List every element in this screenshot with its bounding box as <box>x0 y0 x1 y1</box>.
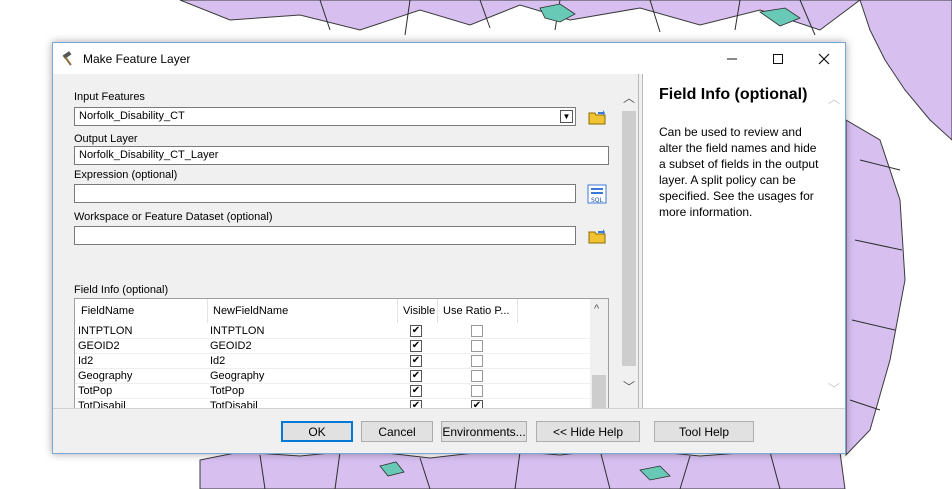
visible-checkbox[interactable]: ✔ <box>410 400 422 408</box>
cell-newfieldname[interactable]: Id2 <box>210 355 225 367</box>
sql-icon-text: SQL <box>591 197 604 204</box>
table-row[interactable]: GEOID2 GEOID2 ✔ <box>75 339 590 354</box>
title-bar[interactable]: Make Feature Layer <box>53 43 845 74</box>
use-ratio-checkbox[interactable] <box>471 370 483 382</box>
use-ratio-checkbox[interactable] <box>471 385 483 397</box>
cell-fieldname: GEOID2 <box>78 340 120 352</box>
cell-fieldname: INTPTLON <box>78 325 133 337</box>
expression-label: Expression (optional) <box>74 169 178 181</box>
column-header-visible[interactable]: Visible <box>397 299 435 323</box>
visible-checkbox[interactable]: ✔ <box>410 340 422 352</box>
hammer-icon <box>62 51 72 66</box>
use-ratio-checkbox[interactable] <box>471 325 483 337</box>
cancel-button[interactable]: Cancel <box>361 421 433 442</box>
column-header-fieldname[interactable]: FieldName <box>75 299 207 323</box>
parameters-scrollbar[interactable]: ︿ ﹀ <box>619 74 639 408</box>
table-row[interactable]: Geography Geography ✔ <box>75 369 590 384</box>
chevron-down-icon[interactable]: ﹀ <box>623 378 635 395</box>
close-button[interactable] <box>801 43 847 74</box>
cell-newfieldname[interactable]: TotPop <box>210 385 244 397</box>
visible-checkbox[interactable]: ✔ <box>410 355 422 367</box>
cell-fieldname: Geography <box>78 370 133 382</box>
window-title: Make Feature Layer <box>83 52 191 66</box>
parameters-pane: Input Features Norfolk_Disability_CT ▼ O… <box>53 74 638 408</box>
browse-workspace-button[interactable] <box>586 225 608 247</box>
dialog-footer: OK Cancel Environments... << Hide Help T… <box>53 408 845 453</box>
chevron-up-icon[interactable]: ︿ <box>828 90 840 107</box>
table-row[interactable]: Id2 Id2 ✔ <box>75 354 590 369</box>
cell-newfieldname[interactable]: TotDisabil <box>210 400 258 408</box>
output-layer-label: Output Layer <box>74 133 138 145</box>
table-row[interactable]: TotPop TotPop ✔ <box>75 384 590 399</box>
output-layer-field[interactable]: Norfolk_Disability_CT_Layer <box>74 146 609 165</box>
sql-icon: SQL <box>587 184 607 204</box>
input-features-value: Norfolk_Disability_CT <box>79 110 185 122</box>
sql-builder-button[interactable]: SQL <box>586 183 608 205</box>
cell-fieldname: TotPop <box>78 385 113 397</box>
cell-fieldname: Id2 <box>78 355 94 367</box>
table-row[interactable]: TotDisabil TotDisabil ✔ ✔ <box>75 399 590 408</box>
dialog-body: Input Features Norfolk_Disability_CT ▼ O… <box>53 74 845 408</box>
cell-newfieldname[interactable]: INTPTLON <box>210 325 264 337</box>
grid-scrollbar[interactable]: ^ <box>590 299 608 408</box>
output-layer-value: Norfolk_Disability_CT_Layer <box>79 149 219 161</box>
visible-checkbox[interactable]: ✔ <box>410 370 422 382</box>
visible-checkbox[interactable]: ✔ <box>410 385 422 397</box>
cell-newfieldname[interactable]: Geography <box>210 370 264 382</box>
folder-icon <box>588 229 606 244</box>
use-ratio-checkbox[interactable]: ✔ <box>471 400 483 408</box>
input-features-combo[interactable]: Norfolk_Disability_CT ▼ <box>74 107 576 126</box>
field-info-label: Field Info (optional) <box>74 284 169 296</box>
browse-input-button[interactable] <box>586 106 608 128</box>
maximize-button[interactable] <box>755 43 801 74</box>
minimize-button[interactable] <box>709 43 755 74</box>
column-header-newfieldname[interactable]: NewFieldName <box>207 299 397 323</box>
cell-newfieldname[interactable]: GEOID2 <box>210 340 252 352</box>
make-feature-layer-dialog: Make Feature Layer Input Features Norfol… <box>52 42 846 454</box>
folder-icon <box>588 110 606 125</box>
chevron-up-icon[interactable]: ︿ <box>623 89 635 106</box>
help-title: Field Info (optional) <box>659 86 808 103</box>
input-features-label: Input Features <box>74 91 145 103</box>
map-parcel-topband <box>179 0 861 31</box>
grid-scrollbar-thumb[interactable] <box>592 375 606 408</box>
table-row[interactable]: INTPTLON INTPTLON ✔ <box>75 324 590 339</box>
ok-button[interactable]: OK <box>281 421 353 442</box>
parameters-scrollbar-thumb[interactable] <box>622 111 636 366</box>
map-parcel-south <box>199 447 846 489</box>
field-info-grid: FieldName NewFieldName Visible Use Ratio… <box>74 298 609 408</box>
workspace-field[interactable] <box>74 226 576 245</box>
close-icon <box>818 53 830 64</box>
workspace-label: Workspace or Feature Dataset (optional) <box>74 211 273 223</box>
chevron-up-icon[interactable]: ^ <box>594 303 599 315</box>
column-header-use-ratio[interactable]: Use Ratio P... <box>437 299 515 323</box>
expression-field[interactable] <box>74 184 576 203</box>
help-text: Can be used to review and alter the fiel… <box>659 125 819 219</box>
use-ratio-checkbox[interactable] <box>471 355 483 367</box>
help-pane: Field Info (optional) Can be used to rev… <box>643 74 845 408</box>
cell-fieldname: TotDisabil <box>78 400 126 408</box>
chevron-down-icon[interactable]: ﹀ <box>828 380 840 397</box>
hide-help-button[interactable]: << Hide Help <box>536 421 640 442</box>
maximize-icon <box>773 53 783 64</box>
map-parcel-east <box>845 119 906 457</box>
visible-checkbox[interactable]: ✔ <box>410 325 422 337</box>
minimize-icon <box>727 58 737 59</box>
use-ratio-checkbox[interactable] <box>471 340 483 352</box>
tool-help-button[interactable]: Tool Help <box>654 421 754 442</box>
chevron-down-icon[interactable]: ▼ <box>560 110 573 123</box>
environments-button[interactable]: Environments... <box>441 421 527 442</box>
